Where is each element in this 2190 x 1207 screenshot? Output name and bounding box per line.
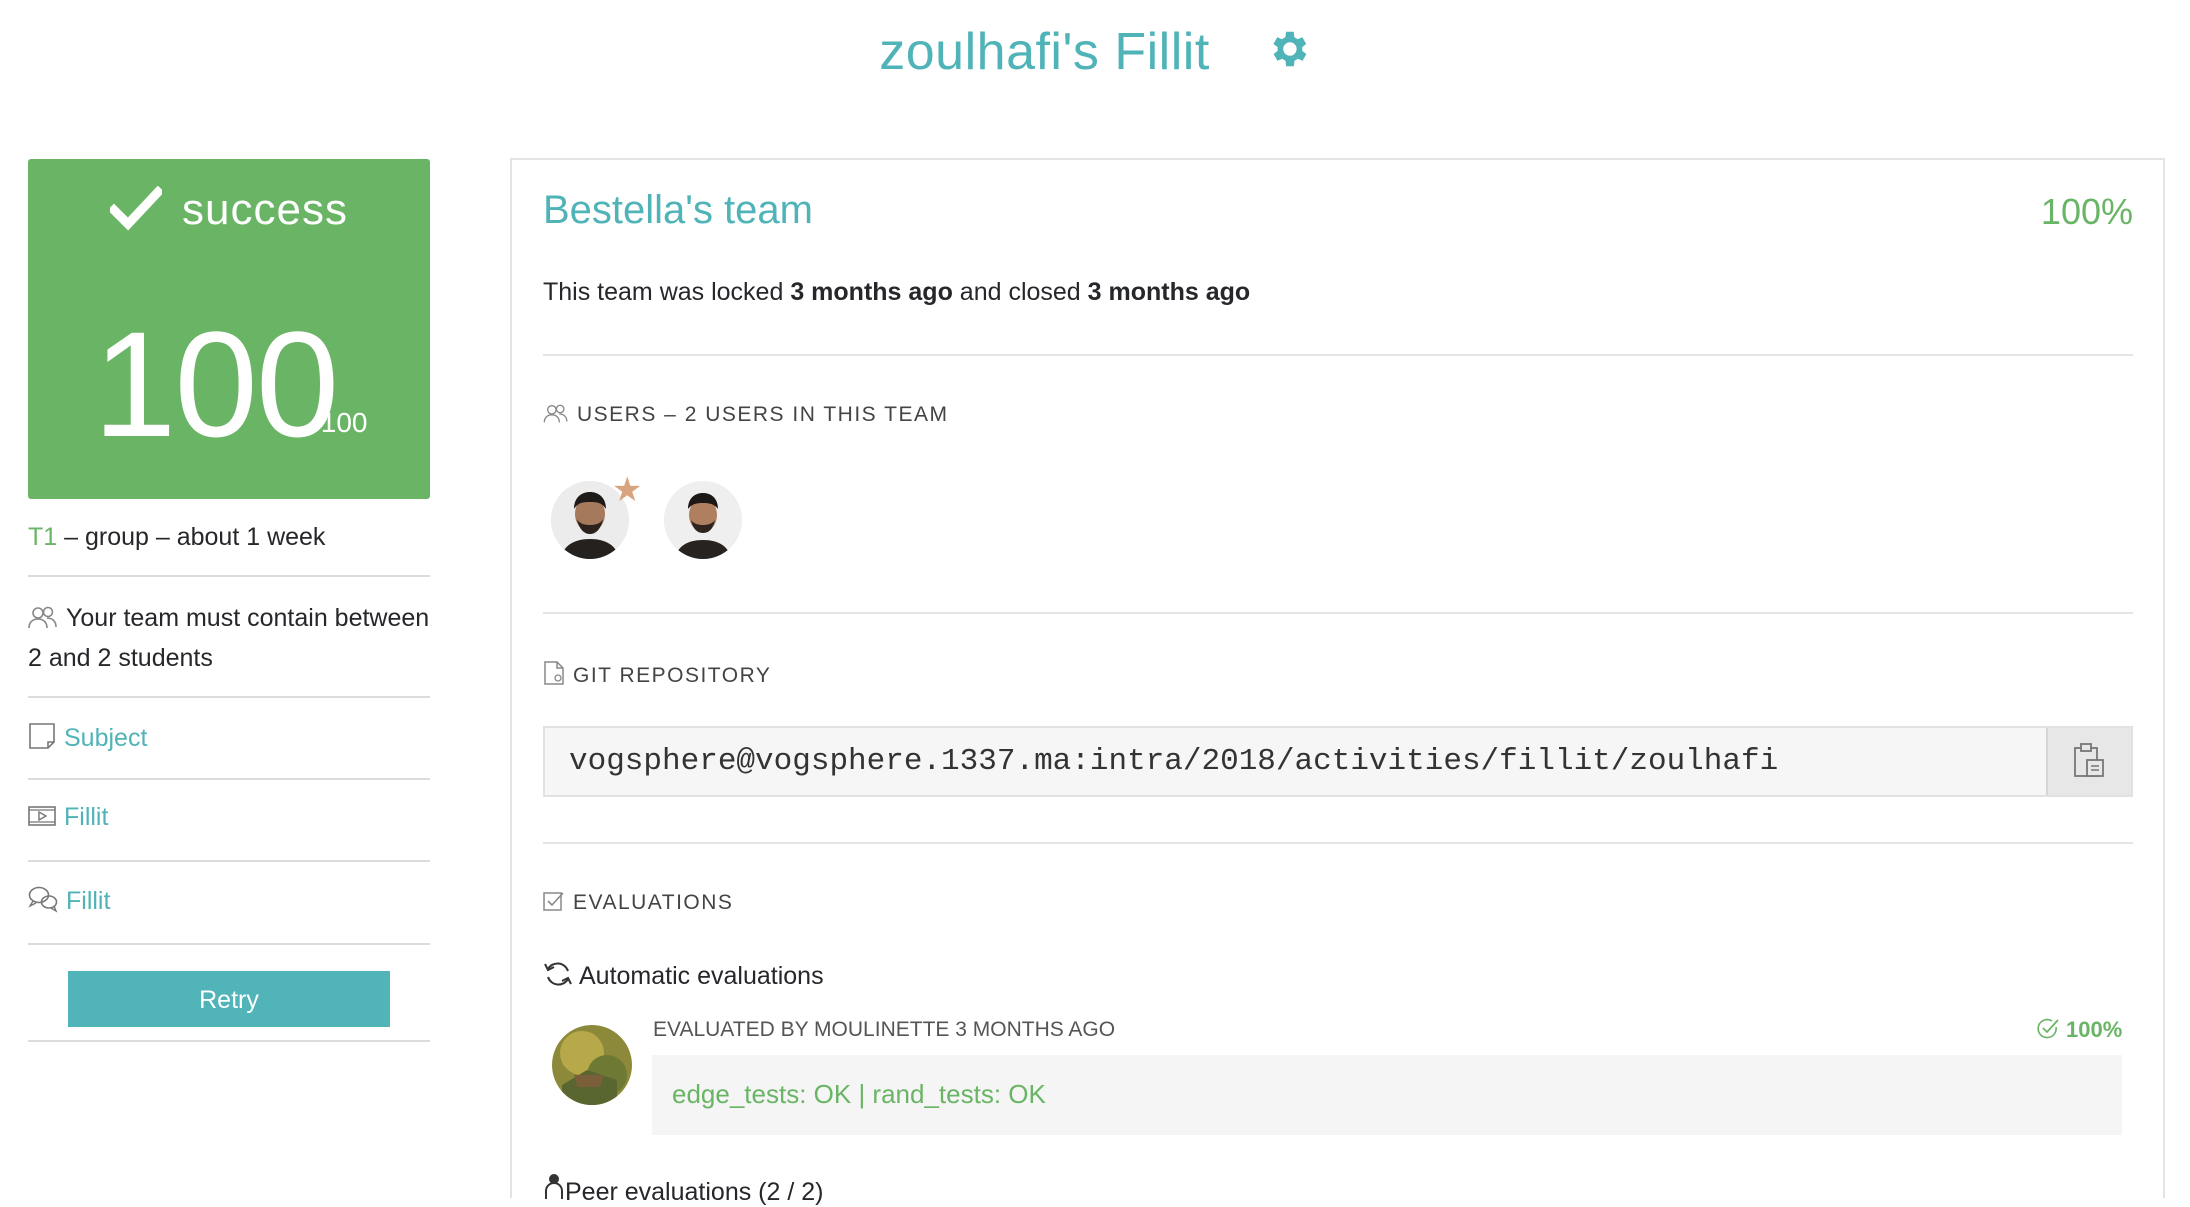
check-circle-icon: [2037, 1018, 2059, 1039]
close-time: 3 months ago: [1087, 278, 1251, 306]
peer-title-text: Peer evaluations (2 / 2): [565, 1178, 824, 1206]
team-percent: 100%: [2040, 191, 2133, 232]
status-text: success: [182, 185, 348, 234]
check-icon: [107, 185, 165, 231]
evaluation-result: edge_tests: OK | rand_tests: OK: [672, 1079, 1046, 1109]
automatic-title-text: Automatic evaluations: [579, 962, 824, 990]
avatar[interactable]: [664, 481, 742, 559]
divider: [28, 860, 430, 862]
users-label-text: USERS – 2 USERS IN THIS TEAM: [577, 403, 949, 426]
evaluation-result-box: edge_tests: OK | rand_tests: OK: [652, 1055, 2122, 1135]
automatic-evaluations-title: Automatic evaluations: [543, 960, 824, 991]
divider: [28, 778, 430, 780]
divider: [28, 943, 430, 945]
divider: [543, 842, 2133, 844]
status-line: success: [28, 185, 430, 235]
gear-icon[interactable]: [1265, 25, 1311, 85]
page-title: zoulhafi's Fillit: [0, 22, 2190, 85]
lock-mid: and closed: [952, 278, 1088, 306]
project-duration: – group – about 1 week: [57, 523, 326, 551]
git-section-label: GIT REPOSITORY: [543, 661, 771, 688]
clipboard-icon: [2074, 743, 2104, 777]
team-size-text: Your team must contain between 2 and 2 s…: [28, 604, 430, 672]
subject-link[interactable]: Subject: [28, 722, 430, 753]
git-label-text: GIT REPOSITORY: [573, 664, 772, 687]
copy-button[interactable]: [2046, 728, 2131, 795]
users-icon: [28, 606, 57, 629]
users-section-label: USERS – 2 USERS IN THIS TEAM: [543, 403, 948, 427]
subject-link-label: Subject: [64, 724, 148, 752]
evaluation-percent: 100%: [2066, 1017, 2123, 1042]
score-card: success 100 /100: [28, 159, 430, 499]
video-link-label: Fillit: [64, 803, 109, 831]
divider: [28, 696, 430, 698]
team-name: Bestella's team: [543, 188, 813, 232]
video-link[interactable]: Fillit: [28, 803, 430, 832]
evaluation-score: 100%: [2036, 1017, 2122, 1043]
users-icon: [543, 404, 568, 423]
git-repo-url[interactable]: vogsphere@vogsphere.1337.ma:intra/2018/a…: [569, 744, 1778, 779]
checkbox-icon: [543, 892, 564, 911]
divider: [543, 354, 2133, 356]
max-mark: /100: [313, 407, 368, 438]
evaluations-section-label: EVALUATIONS: [543, 890, 733, 915]
project-title: zoulhafi's Fillit: [879, 23, 1210, 81]
divider: [543, 612, 2133, 614]
retry-button[interactable]: Retry: [68, 971, 390, 1027]
divider: [28, 575, 430, 577]
tier-label: T1: [28, 523, 58, 551]
file-code-icon: [544, 661, 564, 685]
team-size-info: Your team must contain between 2 and 2 s…: [28, 598, 430, 678]
project-meta: T1 – group – about 1 week: [28, 523, 325, 552]
lock-prefix: This team was locked: [543, 278, 791, 306]
git-repo-field[interactable]: vogsphere@vogsphere.1337.ma:intra/2018/a…: [543, 726, 2133, 797]
lock-status: This team was locked 3 months ago and cl…: [543, 278, 1250, 307]
video-icon: [28, 806, 56, 826]
refresh-icon: [544, 962, 572, 986]
leader-star-icon: ★: [612, 471, 643, 509]
person-icon: [545, 1174, 563, 1199]
document-icon: [29, 723, 55, 749]
final-mark: 100: [93, 300, 339, 468]
evaluations-label-text: EVALUATIONS: [573, 891, 734, 914]
lock-time: 3 months ago: [790, 278, 953, 306]
forum-link-label: Fillit: [66, 887, 111, 915]
chat-icon: [28, 886, 58, 913]
evaluator-line: EVALUATED BY MOULINETTE 3 MONTHS AGO: [653, 1018, 1116, 1041]
forum-link[interactable]: Fillit: [28, 885, 430, 916]
divider: [28, 1040, 430, 1042]
moulinette-avatar[interactable]: [552, 1025, 632, 1105]
